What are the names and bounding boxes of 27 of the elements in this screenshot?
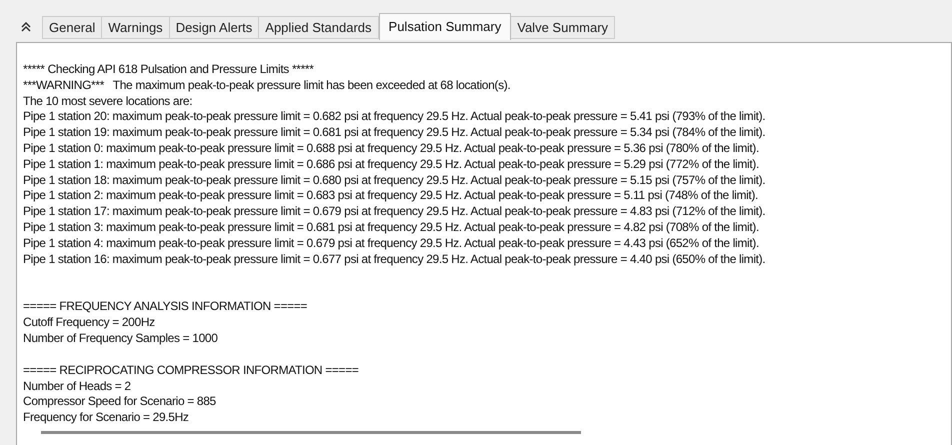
output-line: Pipe 1 station 0: maximum peak-to-peak pressure limit = 0.688 psi at frequency 29.5 Hz. Actual peak-to-peak pressure = 5.36 psi (780% of the limit).: [23, 140, 759, 157]
output-line: Pipe 1 station 19: maximum peak-to-peak pressure limit = 0.681 psi at frequency 29.5 Hz. Actual peak-to-peak pressure = 5.34 psi (784% of the limit).: [23, 125, 766, 141]
output-line: Cutoff Frequency = 200Hz: [23, 315, 155, 331]
output-line: Frequency for Scenario = 29.5Hz: [23, 410, 189, 426]
output-line: The 10 most severe locations are:: [23, 94, 192, 110]
tab[interactable]: General: [42, 16, 102, 39]
output-line: Compressor Speed for Scenario = 885: [23, 394, 216, 410]
output-line: Number of Frequency Samples = 1000: [23, 330, 218, 347]
output-line: Pipe 1 station 4: maximum peak-to-peak pressure limit = 0.679 psi at frequency 29.5 Hz. Actual peak-to-peak pressure = 4.43 psi (652% of the limit).: [23, 236, 759, 252]
tab[interactable]: Design Alerts: [168, 16, 260, 39]
output-line: Pipe 1 station 1: maximum peak-to-peak pressure limit = 0.686 psi at frequency 29.5 Hz. Actual peak-to-peak pressure = 5.29 psi (772% of the limit).: [23, 156, 759, 173]
output-line: Number of Heads = 2: [23, 378, 131, 394]
output-line: Pipe 1 station 3: maximum peak-to-peak pressure limit = 0.681 psi at frequency 29.5 Hz. Actual peak-to-peak pressure = 4.82 psi (708% of the limit).: [23, 220, 759, 236]
tab[interactable]: Applied Standards: [258, 16, 379, 39]
output-line: Pipe 1 station 17: maximum peak-to-peak pressure limit = 0.679 psi at frequency 29.5 Hz. Actual peak-to-peak pressure = 4.83 psi (712% of the limit).: [23, 204, 766, 220]
output-line: Pipe 1 station 16: maximum peak-to-peak pressure limit = 0.677 psi at frequency 29.5 Hz. Actual peak-to-peak pressure = 4.40 psi (650% of the limit).: [23, 252, 766, 268]
scrollbar-thumb[interactable]: [41, 431, 581, 434]
output-line: ***WARNING*** The maximum peak-to-peak pressure limit has been exceeded at 68 location(s).: [23, 78, 510, 94]
tab[interactable]: Pulsation Summary: [378, 13, 512, 40]
output-line: ===== FREQUENCY ANALYSIS INFORMATION =====: [23, 299, 308, 316]
output-line: Pipe 1 station 20: maximum peak-to-peak pressure limit = 0.682 psi at frequency 29.5 Hz. Actual peak-to-peak pressure = 5.41 psi (793% of the limit).: [23, 109, 766, 126]
output-line: Pipe 1 station 2: maximum peak-to-peak pressure limit = 0.683 psi at frequency 29.5 Hz. Actual peak-to-peak pressure = 5.11 psi (748% of the limit).: [23, 188, 758, 204]
tab[interactable]: Warnings: [101, 16, 170, 39]
output-line: ===== RECIPROCATING COMPRESSOR INFORMATION =====: [23, 362, 359, 379]
tab[interactable]: Valve Summary: [510, 16, 616, 39]
output-line: Pipe 1 station 18: maximum peak-to-peak pressure limit = 0.680 psi at frequency 29.5 Hz. Actual peak-to-peak pressure = 5.15 psi (757% of the limit).: [23, 172, 766, 188]
output-line: ***** Checking API 618 Pulsation and Pressure Limits *****: [23, 62, 314, 78]
